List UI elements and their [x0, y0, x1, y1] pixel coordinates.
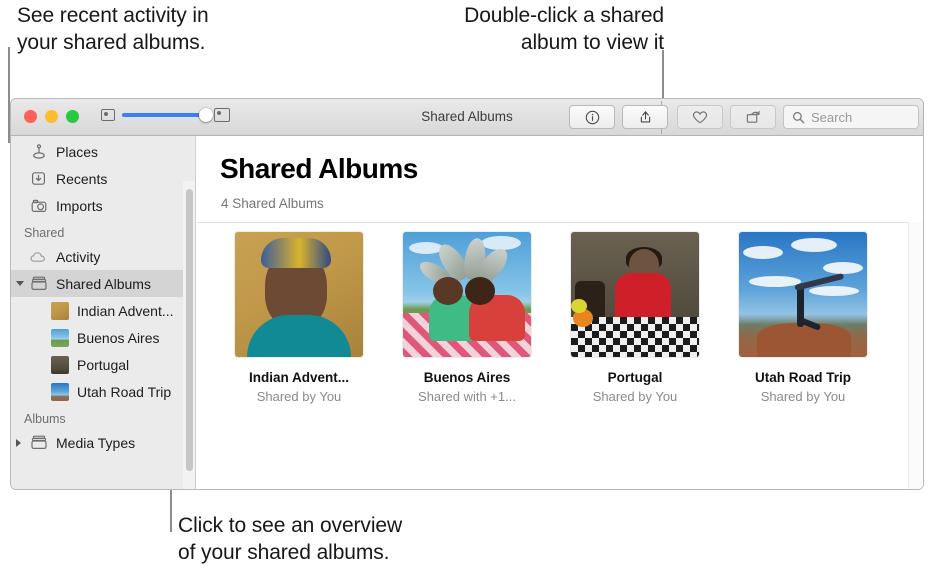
sidebar-item-media-types[interactable]: Media Types	[11, 429, 195, 456]
search-placeholder: Search	[811, 109, 853, 125]
recents-icon	[29, 170, 48, 188]
album-thumbnail	[51, 328, 69, 347]
sidebar-item-label: Places	[56, 143, 99, 160]
sidebar-album-indian[interactable]: Indian Advent...	[11, 297, 195, 324]
album-thumbnail	[51, 382, 69, 401]
pin-icon	[29, 143, 48, 161]
sidebar-item-label: Activity	[56, 248, 101, 265]
cloud-icon	[29, 248, 48, 266]
album-name: Indian Advent...	[248, 370, 349, 385]
album-icon	[29, 434, 48, 452]
album-sharing-status: Shared by You	[592, 389, 678, 404]
search-field[interactable]: Search	[783, 105, 919, 129]
album-card-indian[interactable]: Indian Advent... Shared by You	[235, 232, 363, 404]
album-thumbnail[interactable]	[235, 232, 363, 357]
sidebar-section-shared: Shared	[24, 226, 65, 240]
search-icon	[792, 111, 805, 123]
album-thumbnail[interactable]	[571, 232, 699, 357]
sidebar-item-activity[interactable]: Activity	[11, 243, 195, 270]
album-name: Buenos Aires	[423, 370, 511, 385]
callout-doubleclick-text: Double-click a shared album to view it	[464, 4, 664, 55]
content-divider	[197, 222, 923, 223]
heart-icon	[692, 110, 708, 123]
sidebar-album-buenos-aires[interactable]: Buenos Aires	[11, 324, 195, 351]
info-circle-icon	[585, 110, 599, 124]
sidebar[interactable]: Places Recents Imports Shared Activity S…	[11, 136, 196, 489]
sidebar-item-label: Media Types	[56, 434, 136, 451]
album-thumbnail	[51, 355, 69, 374]
album-card-utah[interactable]: Utah Road Trip Shared by You	[739, 232, 867, 404]
main-content: Shared Albums 4 Shared Albums Indian Adv…	[197, 136, 923, 489]
main-scrollbar[interactable]	[908, 222, 923, 489]
album-card-buenos-aires[interactable]: Buenos Aires Shared with +1...	[403, 232, 531, 404]
album-thumbnail	[51, 301, 69, 320]
shared-albums-grid: Indian Advent... Shared by You Buenos Ai…	[197, 232, 923, 404]
album-sharing-status: Shared with +1...	[418, 389, 516, 404]
chevron-down-icon[interactable]	[16, 281, 24, 286]
album-thumbnail[interactable]	[739, 232, 867, 357]
album-name: Portugal	[607, 370, 663, 385]
sidebar-album-label: Indian Advent...	[77, 302, 174, 319]
sidebar-album-label: Portugal	[77, 356, 130, 373]
photos-window: Shared Albums Search Places Recents Impo…	[10, 98, 924, 490]
window-titlebar: Shared Albums Search	[11, 99, 923, 136]
info-button[interactable]	[569, 105, 615, 129]
share-icon	[640, 111, 650, 123]
sidebar-item-places[interactable]: Places	[11, 138, 195, 165]
album-sharing-status: Shared by You	[760, 389, 846, 404]
share-button[interactable]	[622, 105, 668, 129]
sidebar-album-portugal[interactable]: Portugal	[11, 351, 195, 378]
callout-overview-text: Click to see an overview of your shared …	[178, 514, 403, 565]
callout-leader-line-overview	[170, 490, 172, 532]
sidebar-item-recents[interactable]: Recents	[11, 165, 195, 192]
album-icon	[29, 275, 48, 293]
sidebar-item-label: Shared Albums	[56, 275, 151, 292]
page-title: Shared Albums	[220, 153, 418, 184]
sidebar-scrollbar-thumb[interactable]	[186, 189, 193, 471]
toolbar-group-right	[677, 105, 776, 129]
rotate-button[interactable]	[730, 105, 776, 129]
camera-icon	[29, 197, 48, 215]
sidebar-section-albums: Albums	[24, 412, 66, 426]
sidebar-album-label: Utah Road Trip	[77, 383, 172, 400]
album-card-portugal[interactable]: Portugal Shared by You	[571, 232, 699, 404]
album-thumbnail[interactable]	[403, 232, 531, 357]
chevron-right-icon[interactable]	[16, 438, 21, 447]
sidebar-item-shared-albums[interactable]: Shared Albums	[11, 270, 195, 297]
sidebar-item-label: Recents	[56, 170, 108, 187]
rotate-icon	[746, 110, 760, 123]
callout-activity-text: See recent activity in your shared album…	[17, 4, 209, 55]
toolbar-group-left	[569, 105, 668, 129]
sidebar-item-imports[interactable]: Imports	[11, 192, 195, 219]
sidebar-album-utah[interactable]: Utah Road Trip	[11, 378, 195, 405]
album-sharing-status: Shared by You	[256, 389, 342, 404]
album-count-label: 4 Shared Albums	[221, 196, 324, 211]
album-name: Utah Road Trip	[754, 370, 851, 385]
favorite-button[interactable]	[677, 105, 723, 129]
sidebar-album-label: Buenos Aires	[77, 329, 160, 346]
sidebar-item-label: Imports	[56, 197, 103, 214]
